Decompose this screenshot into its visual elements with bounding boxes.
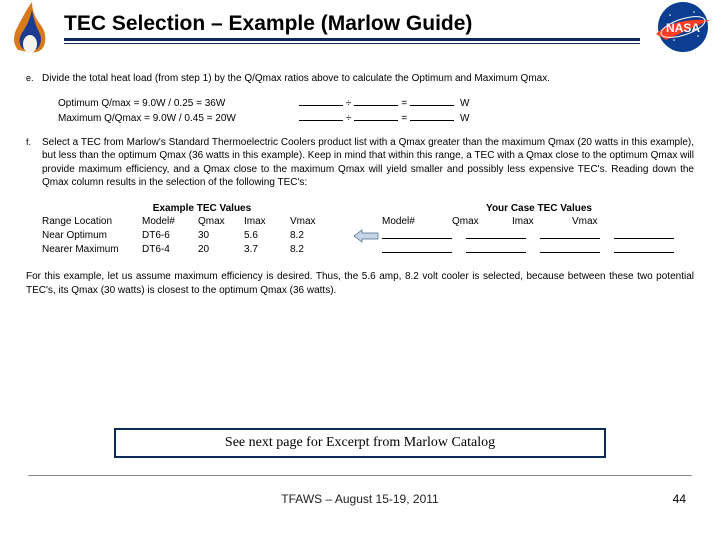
col-imax: Imax (244, 215, 290, 229)
title-underline-thin (64, 43, 640, 44)
col-imax2: Imax (512, 215, 572, 229)
col-range: Range Location (42, 215, 142, 229)
callout-text: See next page for Excerpt from Marlow Ca… (225, 435, 495, 450)
step-f: f. Select a TEC from Marlow's Standard T… (26, 136, 694, 257)
fill-row-1: ÷= W (296, 96, 470, 111)
slide-content: e. Divide the total heat load (from step… (0, 58, 720, 297)
table-row: Nearer Maximum DT6-4 20 3.7 8.2 (42, 243, 694, 257)
table-group-example: Example TEC Values (42, 202, 362, 216)
page-number: 44 (673, 492, 686, 506)
col-qmax2: Qmax (452, 215, 512, 229)
callout-box: See next page for Excerpt from Marlow Ca… (114, 428, 606, 458)
arrow-left-icon (350, 229, 382, 243)
conclusion-paragraph: For this example, let us assume maximum … (26, 270, 694, 297)
step-letter: e. (26, 72, 42, 126)
equation-optimum: Optimum Q/max = 9.0W / 0.25 = 36W (58, 96, 236, 111)
tec-table: Example TEC Values Your Case TEC Values … (42, 202, 694, 257)
fill-row-2: ÷= W (296, 111, 470, 126)
blank-field (540, 243, 600, 253)
footer-text: TFAWS – August 15-19, 2011 (0, 492, 720, 506)
blank-field (614, 229, 674, 239)
blank-field (382, 243, 452, 253)
step-f-text: Select a TEC from Marlow's Standard Ther… (42, 136, 694, 190)
step-letter: f. (26, 136, 42, 257)
blank-field (382, 229, 452, 239)
col-vmax: Vmax (290, 215, 350, 229)
blank-field (614, 243, 674, 253)
step-e: e. Divide the total heat load (from step… (26, 72, 694, 126)
step-e-text: Divide the total heat load (from step 1)… (42, 72, 694, 86)
table-row: Near Optimum DT6-6 30 5.6 8.2 (42, 229, 694, 243)
col-model: Model# (142, 215, 198, 229)
footer-divider (28, 475, 692, 476)
slide-header: TEC Selection – Example (Marlow Guide) (0, 0, 720, 58)
equation-maximum: Maximum Q/Qmax = 9.0W / 0.45 = 20W (58, 111, 236, 126)
equations-row: Optimum Q/max = 9.0W / 0.25 = 36W Maximu… (42, 96, 694, 126)
col-model2: Model# (382, 215, 452, 229)
blank-field (540, 229, 600, 239)
table-group-yourcase: Your Case TEC Values (394, 202, 694, 216)
blank-field (466, 243, 526, 253)
blank-field (466, 229, 526, 239)
title-underline (64, 38, 640, 41)
col-qmax: Qmax (198, 215, 244, 229)
col-vmax2: Vmax (572, 215, 632, 229)
slide-title: TEC Selection – Example (Marlow Guide) (64, 12, 720, 36)
